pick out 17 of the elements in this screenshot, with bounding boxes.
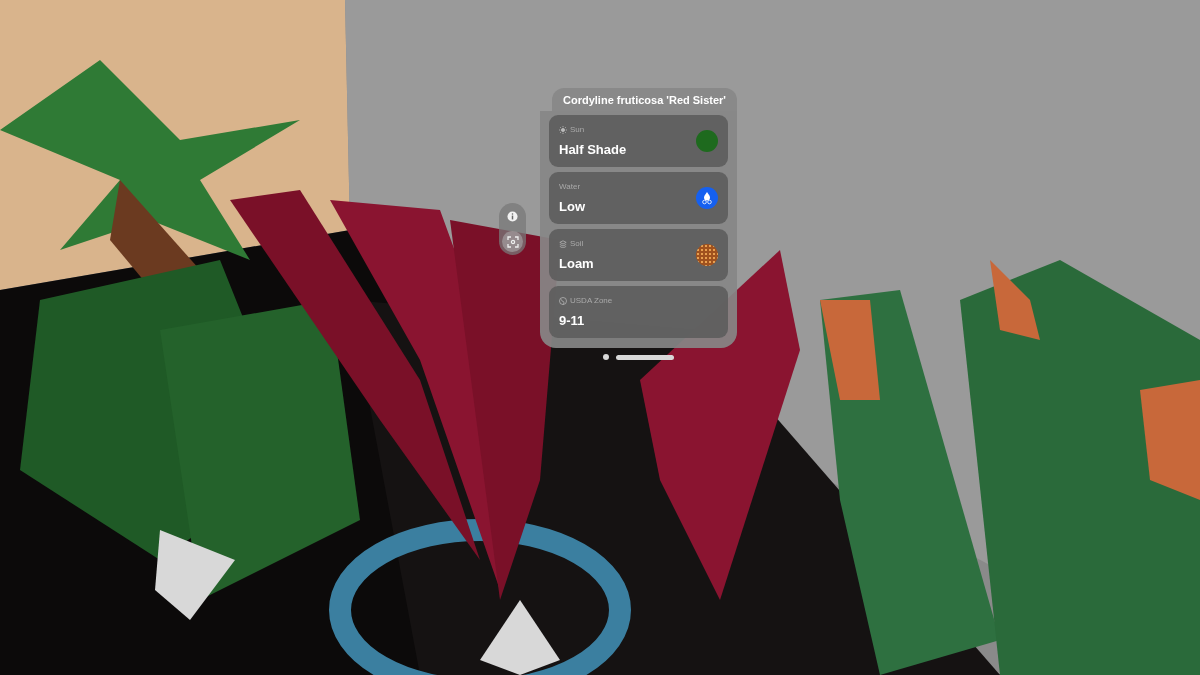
attribute-label: Sun — [570, 125, 585, 134]
globe-icon — [559, 296, 567, 305]
attribute-value: Half Shade — [559, 142, 627, 157]
attribute-label: Water — [559, 182, 581, 191]
attribute-label: Soil — [570, 239, 584, 248]
attribute-label: USDA Zone — [570, 296, 613, 305]
sun-icon — [559, 125, 567, 134]
close-dot[interactable] — [603, 354, 609, 360]
window-grabber[interactable] — [616, 354, 674, 360]
info-icon — [507, 211, 518, 222]
attribute-value: Low — [559, 199, 585, 214]
attribute-value: 9-11 — [559, 313, 586, 328]
layers-icon — [559, 239, 567, 248]
focus-button[interactable] — [502, 231, 523, 252]
focus-icon — [506, 235, 519, 248]
window-title: Cordyline fruticosa 'Red Sister' — [552, 88, 737, 111]
attribute-value: Loam — [559, 256, 594, 271]
